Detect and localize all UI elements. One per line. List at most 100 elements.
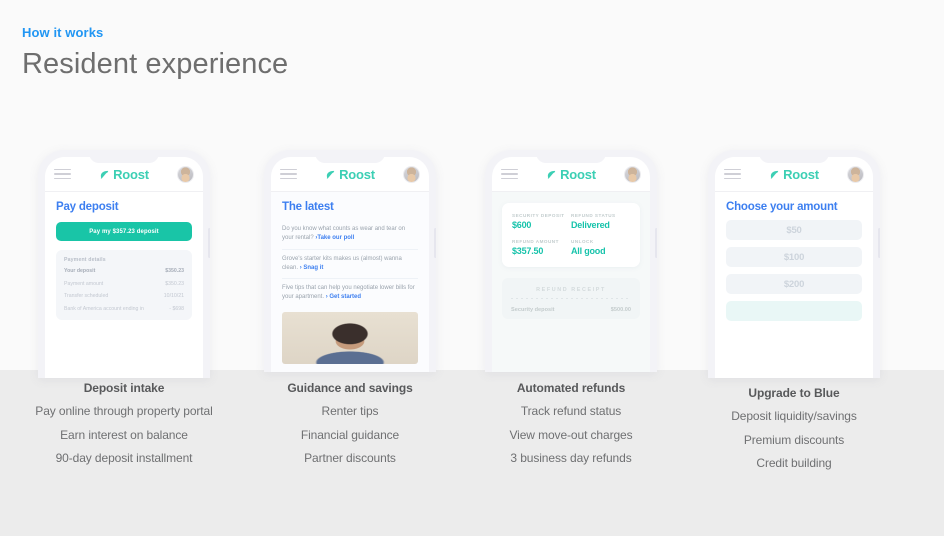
caption-title: Guidance and savings <box>287 381 413 395</box>
phone-frame: Roost The latest Do you know what counts… <box>264 150 436 372</box>
phone-frame: Roost SECURITY DEPOSIT $600 REFUND STATU… <box>485 150 657 372</box>
caption-line: Deposit liquidity/savings <box>731 409 857 423</box>
phone-side-button <box>655 228 657 258</box>
phone-screen: Roost The latest Do you know what counts… <box>271 157 429 372</box>
phone-screen: Roost Choose your amount $50 $100 $200 <box>715 157 873 378</box>
section-header: How it works Resident experience <box>22 26 288 81</box>
table-row: Bank of America account ending in - $698 <box>64 306 184 314</box>
stat-value: $357.50 <box>512 246 544 256</box>
phone-column-upgrade-to-blue: Roost Choose your amount $50 $100 $200 <box>676 150 912 378</box>
caption-title: Automated refunds <box>516 381 626 395</box>
app-bar: Roost <box>45 157 203 192</box>
stat-value: $600 <box>512 220 532 230</box>
pay-deposit-button[interactable]: Pay my $357.23 deposit <box>56 222 192 241</box>
amount-option-next[interactable] <box>726 301 862 321</box>
caption-line: Financial guidance <box>300 427 400 442</box>
table-row: Payment amount $350.23 <box>64 281 184 289</box>
caption-line: Renter tips <box>321 404 379 418</box>
phone-screen: Roost SECURITY DEPOSIT $600 REFUND STATU… <box>492 157 650 372</box>
phone-column-guidance-savings: Roost The latest Do you know what counts… <box>232 150 468 372</box>
row-label: Security deposit <box>511 307 555 313</box>
article-text: Grove's starter kits makes us (almost) w… <box>282 255 402 271</box>
phone-side-button <box>878 228 880 258</box>
phone-side-button <box>208 228 210 258</box>
brand-name: Roost <box>339 166 375 182</box>
phone-screen: Roost Pay deposit Pay my $357.23 deposit… <box>45 157 203 378</box>
caption-line: Pay online through property portal <box>35 404 213 418</box>
caption-line: Earn interest on balance <box>60 427 188 442</box>
stat-label: REFUND STATUS <box>571 213 616 218</box>
page-title: Resident experience <box>22 48 289 80</box>
phone-notch <box>315 150 385 163</box>
leaf-icon <box>326 170 335 179</box>
menu-icon[interactable] <box>280 168 297 180</box>
article-link[interactable]: › Get started <box>326 294 361 300</box>
screen-heading: The latest <box>282 201 334 213</box>
leaf-icon <box>770 170 779 179</box>
table-row: Transfer scheduled 10/10/21 <box>64 293 184 301</box>
phone-frame: Roost Pay deposit Pay my $357.23 deposit… <box>38 150 210 378</box>
row-label: Transfer scheduled <box>64 293 109 300</box>
menu-icon[interactable] <box>54 168 71 180</box>
article-feed: Do you know what counts as wear and tear… <box>282 220 418 308</box>
article-link[interactable]: › Snag it <box>300 265 324 271</box>
roost-logo: Roost <box>518 167 624 182</box>
stat-unlock: UNLOCK All good <box>571 239 630 256</box>
avatar[interactable] <box>624 165 641 183</box>
screen-body: The latest Do you know what counts as we… <box>271 192 429 372</box>
roost-logo: Roost <box>297 167 403 182</box>
screen-body: SECURITY DEPOSIT $600 REFUND STATUS Deli… <box>492 192 650 330</box>
article-link[interactable]: ›Take our poll <box>315 235 354 241</box>
screen-body: Pay deposit Pay my $357.23 deposit Payme… <box>45 192 203 329</box>
screen-heading: Choose your amount <box>726 201 838 213</box>
phone-frame: Roost Choose your amount $50 $100 $200 <box>708 150 880 378</box>
caption-title: Upgrade to Blue <box>748 386 840 400</box>
amount-option-100[interactable]: $100 <box>726 247 862 267</box>
row-value: $500.00 <box>610 307 631 313</box>
row-value: 10/10/21 <box>163 293 184 300</box>
avatar[interactable] <box>177 165 194 183</box>
phone-column-deposit-intake: Roost Pay deposit Pay my $357.23 deposit… <box>6 150 242 378</box>
stat-refund-amount: REFUND AMOUNT $357.50 <box>512 239 571 256</box>
phone-notch <box>89 150 159 163</box>
receipt-title: REFUND RECEIPT <box>536 287 606 293</box>
phone-column-automated-refunds: Roost SECURITY DEPOSIT $600 REFUND STATU… <box>453 150 689 372</box>
roost-logo: Roost <box>71 167 177 182</box>
payment-details-card: Payment details Your deposit $350.23 Pay… <box>56 250 192 321</box>
roost-logo: Roost <box>741 167 847 182</box>
stat-value: All good <box>571 246 606 256</box>
amount-option-200[interactable]: $200 <box>726 274 862 294</box>
stat-label: UNLOCK <box>571 239 594 244</box>
receipt-divider <box>511 298 631 299</box>
stat-label: REFUND AMOUNT <box>512 239 559 244</box>
caption-line: 90-day deposit installment <box>55 451 193 466</box>
caption-line: Track refund status <box>520 404 622 418</box>
caption-line: Credit building <box>756 456 832 471</box>
row-label: Your deposit <box>64 268 96 274</box>
stat-value: Delivered <box>571 220 610 230</box>
brand-name: Roost <box>560 166 596 182</box>
list-item: Do you know what counts as wear and tear… <box>282 220 418 250</box>
avatar[interactable] <box>847 165 864 183</box>
caption-line: Partner discounts <box>304 451 396 466</box>
article-text: Do you know what counts as wear and tear… <box>282 226 406 242</box>
menu-icon[interactable] <box>724 168 741 180</box>
list-item: Grove's starter kits makes us (almost) w… <box>282 250 418 280</box>
menu-icon[interactable] <box>501 168 518 180</box>
caption-guidance-savings: Guidance and savings Renter tips Financi… <box>232 381 468 466</box>
amount-option-50[interactable]: $50 <box>726 220 862 240</box>
leaf-icon <box>100 170 109 179</box>
table-row: Your deposit $350.23 <box>64 268 184 276</box>
phone-notch <box>759 150 829 163</box>
article-text: Five tips that can help you negotiate lo… <box>282 285 415 301</box>
payment-details-title: Payment details <box>64 257 106 263</box>
brand-name: Roost <box>113 166 149 182</box>
screen-body: Choose your amount $50 $100 $200 <box>715 192 873 330</box>
row-value: $350.23 <box>165 268 184 274</box>
app-bar: Roost <box>715 157 873 192</box>
row-value: $350.23 <box>165 280 184 287</box>
screen-heading: Pay deposit <box>56 201 119 213</box>
app-bar: Roost <box>492 157 650 192</box>
avatar[interactable] <box>403 165 420 183</box>
article-photo <box>282 311 418 364</box>
